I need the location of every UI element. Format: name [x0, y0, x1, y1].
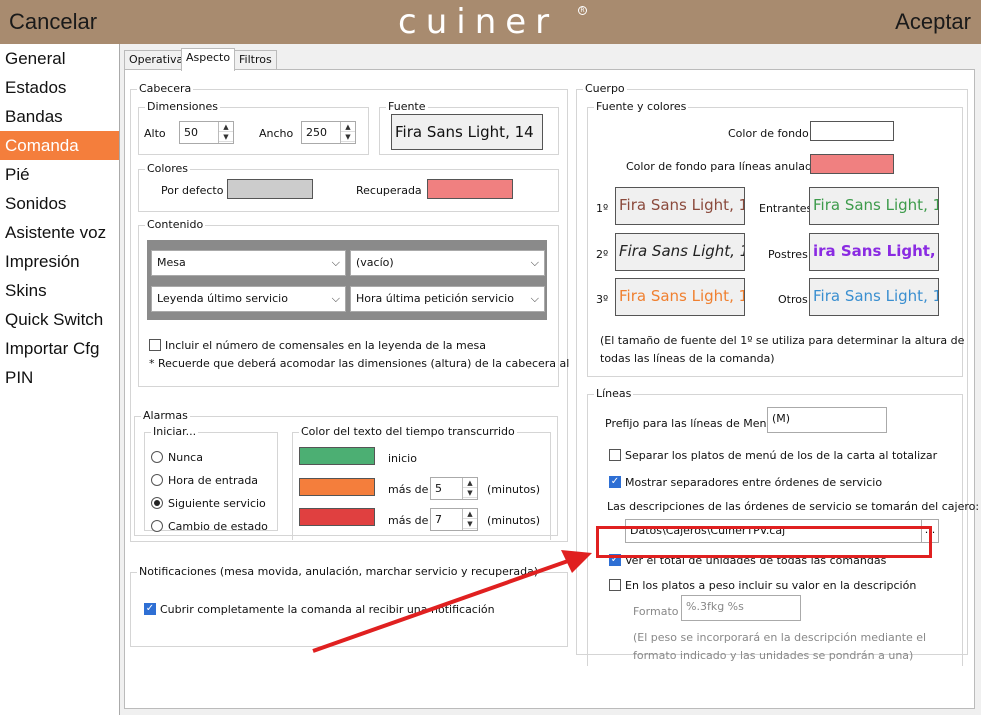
annotation-arrow-icon	[312, 550, 592, 653]
tab-aspecto[interactable]: Aspecto	[181, 48, 236, 71]
